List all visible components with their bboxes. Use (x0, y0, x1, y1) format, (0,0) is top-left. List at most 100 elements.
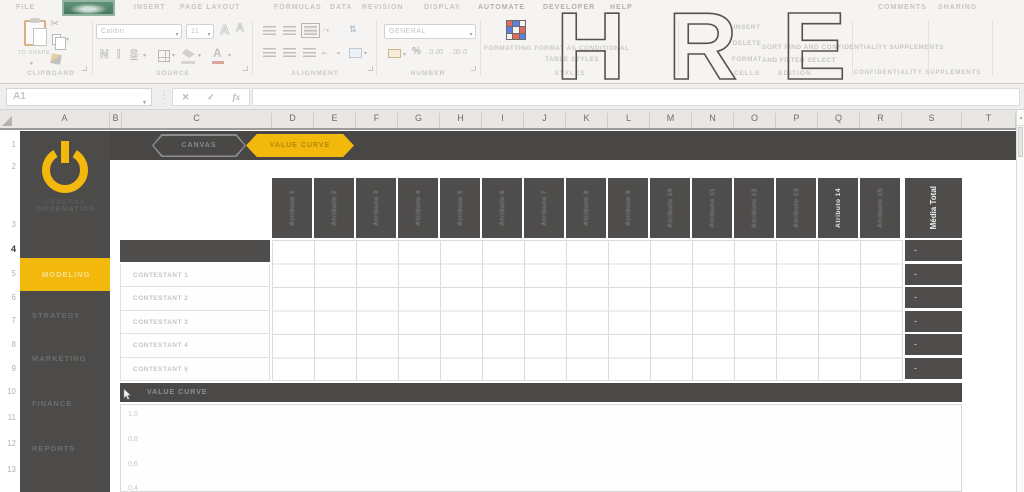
tab-help[interactable]: HELP (610, 4, 633, 11)
number-dialog-launcher-icon[interactable] (471, 66, 476, 71)
column-header-j[interactable]: J (524, 113, 566, 128)
cancel-icon[interactable]: ✕ (182, 92, 190, 103)
column-header-h[interactable]: H (440, 113, 482, 128)
font-color-dropdown-icon[interactable]: ▾ (228, 52, 231, 59)
row-header-7[interactable]: 7 (0, 316, 16, 325)
contestant-row-4[interactable]: CONTESTANT 4 (120, 334, 270, 358)
decrease-indent-icon[interactable]: ⇤ (322, 50, 327, 57)
column-header-g[interactable]: G (398, 113, 440, 128)
increase-indent-icon[interactable]: ⇥ (335, 50, 340, 57)
row-header-6[interactable]: 6 (0, 293, 16, 302)
formula-bar-grip[interactable]: ⋮ (159, 90, 169, 101)
column-header-c[interactable]: C (122, 113, 272, 128)
underline-dropdown-icon[interactable]: ▾ (143, 52, 146, 59)
tab-comments[interactable]: COMMENTS (878, 4, 927, 11)
fill-dropdown-icon[interactable]: ▾ (198, 52, 201, 59)
tab-sharing[interactable]: SHARING (938, 4, 977, 11)
alignment-dialog-launcher-icon[interactable] (368, 66, 373, 71)
tab-display[interactable]: DISPLAY (424, 4, 461, 11)
media-total-cell[interactable]: - (905, 358, 962, 379)
decrease-decimal-icon[interactable]: .00 .0 (452, 49, 467, 56)
formula-input[interactable] (252, 88, 1020, 106)
tab-canvas[interactable]: CANVAS (152, 134, 246, 157)
name-box[interactable]: A1 ▾ (6, 88, 152, 106)
select-all-corner[interactable] (2, 116, 12, 126)
grow-font-icon[interactable]: A (220, 22, 229, 37)
tab-developer[interactable]: DEVELOPER (543, 4, 595, 11)
contestant-row-2[interactable]: CONTESTANT 2 (120, 287, 270, 311)
borders-icon[interactable] (158, 50, 170, 62)
tab-data[interactable]: DATA (330, 4, 352, 11)
number-format-select[interactable]: GENERAL▾ (384, 24, 476, 39)
accounting-dropdown-icon[interactable]: ▾ (403, 51, 406, 58)
italic-button[interactable]: I (117, 47, 120, 61)
row-header-4[interactable]: 4 (0, 244, 16, 254)
sort-icon[interactable]: ⇅ (349, 24, 357, 35)
format-painter-icon[interactable] (50, 53, 62, 65)
column-header-f[interactable]: F (356, 113, 398, 128)
sidebar-item-strategy[interactable]: STRATEGY (20, 311, 110, 320)
row-header-5[interactable]: 5 (0, 269, 16, 278)
row-header-8[interactable]: 8 (0, 340, 16, 349)
bold-button[interactable]: N (100, 47, 109, 61)
attribute-data-grid[interactable] (272, 240, 903, 381)
align-right-icon[interactable] (303, 48, 316, 57)
tab-formulas[interactable]: FORMULAS (274, 4, 322, 11)
row-header-3[interactable]: 3 (0, 220, 16, 229)
increase-decimal-icon[interactable]: .0 .00 (428, 49, 443, 56)
media-total-cell[interactable]: - (905, 240, 962, 261)
tab-file[interactable]: FILE (16, 4, 35, 11)
scrollbar-thumb[interactable] (1018, 127, 1023, 157)
row-header-1[interactable]: 1 (0, 140, 16, 149)
font-name-select[interactable]: Calibri▾ (96, 24, 182, 39)
row-header-13[interactable]: 13 (0, 465, 16, 474)
orientation-icon[interactable]: ⟋▾ (322, 28, 329, 35)
cut-icon[interactable]: ✂ (50, 17, 59, 30)
contestants-header-cell[interactable] (120, 240, 270, 262)
row-header-2[interactable]: 2 (0, 162, 16, 171)
media-total-cell[interactable]: - (905, 311, 962, 332)
font-dialog-launcher-icon[interactable] (243, 66, 248, 71)
column-header-k[interactable]: K (566, 113, 608, 128)
tab-page-layout[interactable]: PAGE LAYOUT (180, 4, 240, 11)
merge-dropdown-icon[interactable]: ▾ (364, 50, 367, 57)
scroll-up-icon[interactable]: ▲ (1017, 110, 1024, 126)
align-left-icon[interactable] (263, 48, 276, 57)
column-header-a[interactable]: A (20, 113, 110, 128)
paste-dropdown-icon[interactable]: ▾ (30, 60, 33, 67)
percent-style-icon[interactable]: % (412, 46, 421, 57)
borders-dropdown-icon[interactable]: ▾ (172, 52, 175, 59)
accounting-format-icon[interactable] (388, 49, 401, 58)
tab-revision[interactable]: REVISION (362, 4, 403, 11)
align-middle-icon[interactable] (283, 26, 296, 35)
sidebar-item-reports[interactable]: REPORTS (20, 444, 110, 453)
align-bottom-icon[interactable] (304, 26, 317, 35)
media-total-cell[interactable]: - (905, 287, 962, 308)
column-header-n[interactable]: N (692, 113, 734, 128)
contestant-row-3[interactable]: CONTESTANT 3 (120, 311, 270, 335)
column-header-p[interactable]: P (776, 113, 818, 128)
contestant-row-1[interactable]: CONTESTANT 1 (120, 264, 270, 288)
column-header-b[interactable]: B (110, 113, 122, 128)
copy-icon[interactable] (52, 34, 61, 45)
column-header-o[interactable]: O (734, 113, 776, 128)
insert-function-icon[interactable]: fx (233, 92, 241, 102)
shrink-font-icon[interactable]: A (236, 22, 244, 34)
column-header-s[interactable]: S (902, 113, 962, 128)
media-total-cell[interactable]: - (905, 264, 962, 285)
column-header-q[interactable]: Q (818, 113, 860, 128)
contestant-row-5[interactable]: CONTESTANT 5 (120, 358, 270, 382)
row-header-10[interactable]: 10 (0, 387, 16, 396)
sidebar-item-modeling[interactable]: MODELING (20, 258, 110, 291)
column-header-t[interactable]: T (962, 113, 1016, 128)
media-total-cell[interactable]: - (905, 334, 962, 355)
column-header-i[interactable]: I (482, 113, 524, 128)
align-center-icon[interactable] (283, 48, 296, 57)
value-curve-chart[interactable]: 1,0 0,8 0,6 0,4 (120, 404, 962, 492)
fill-color-icon[interactable] (182, 49, 195, 58)
column-header-l[interactable]: L (608, 113, 650, 128)
tab-insert[interactable]: INSERT (134, 4, 166, 11)
align-top-icon[interactable] (263, 26, 276, 35)
column-header-r[interactable]: R (860, 113, 902, 128)
column-header-m[interactable]: M (650, 113, 692, 128)
